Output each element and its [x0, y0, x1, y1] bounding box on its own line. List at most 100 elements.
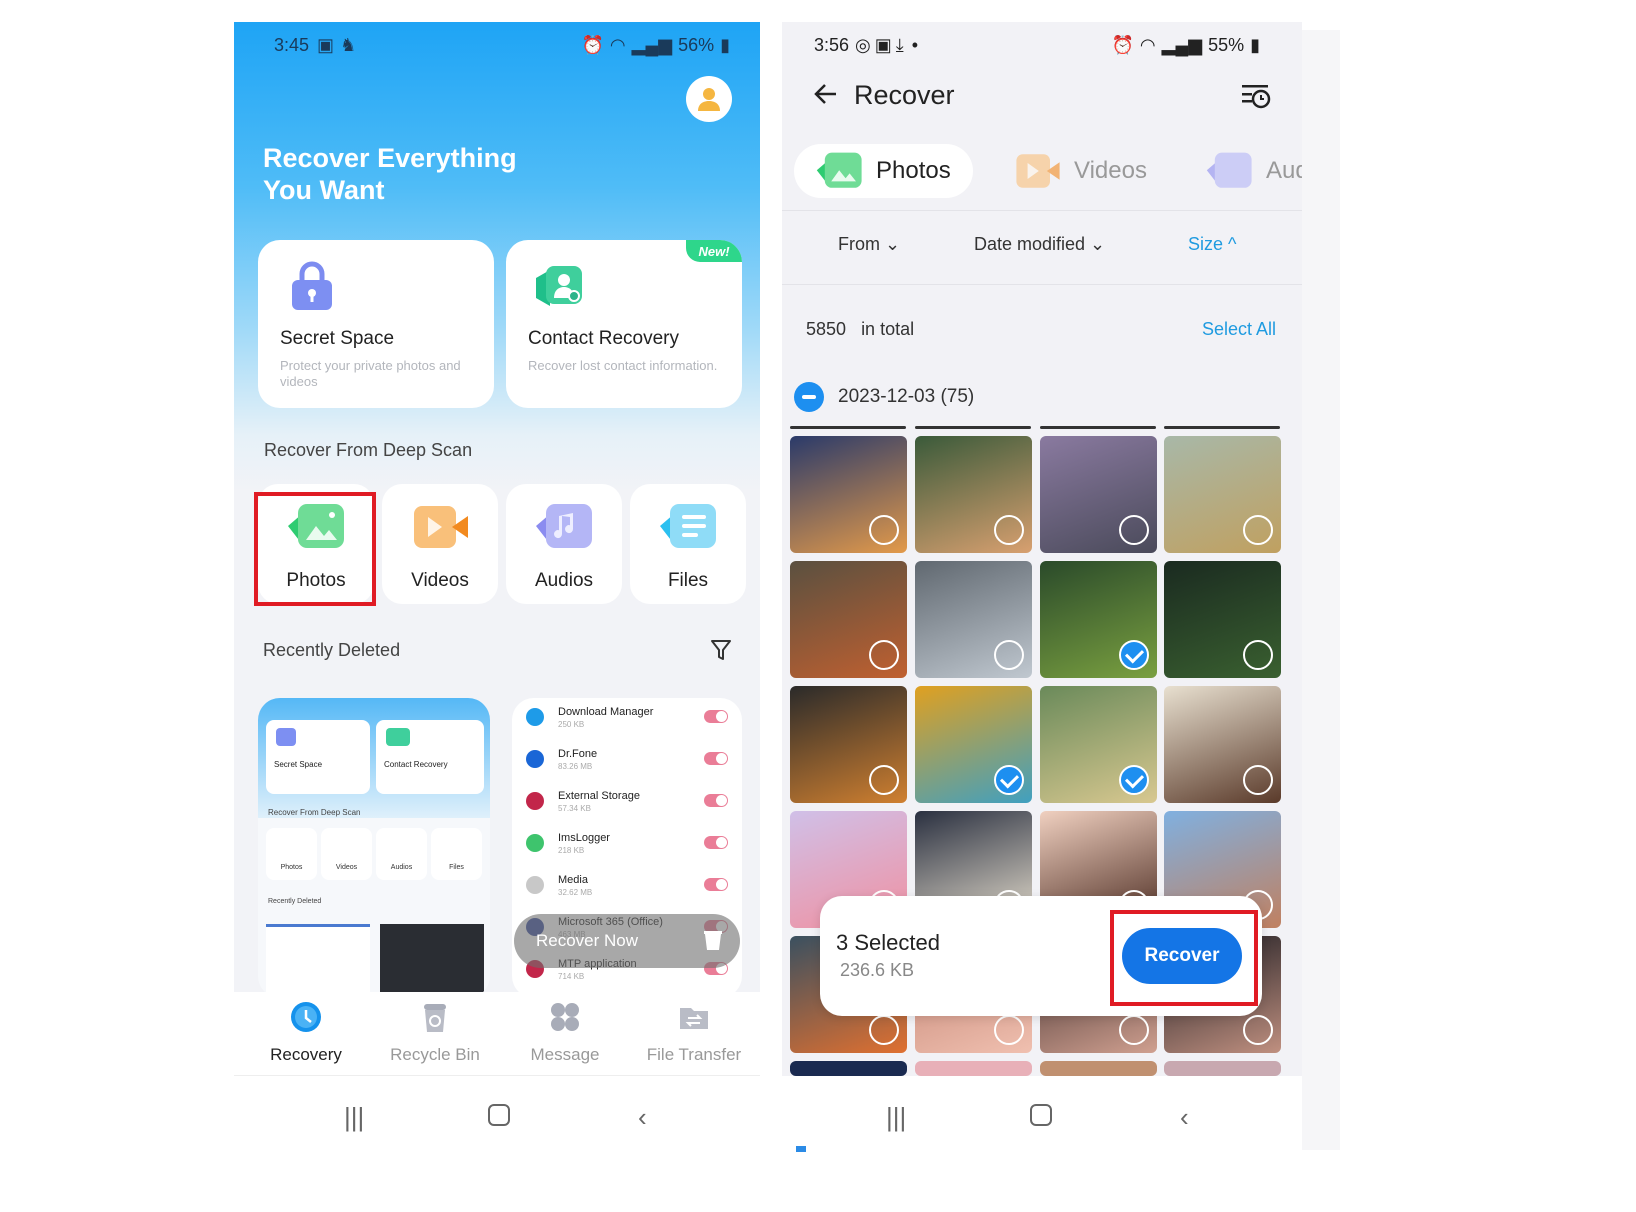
- photo-thumbnail[interactable]: [790, 686, 907, 803]
- thumb-doc-dark: [380, 924, 484, 994]
- photo-thumbnail[interactable]: [1040, 686, 1157, 803]
- contact-recovery-card[interactable]: New! Contact Recovery Recover lost conta…: [506, 240, 742, 408]
- unchecked-circle-icon[interactable]: [1243, 765, 1273, 795]
- thumb-doc-light: [266, 924, 370, 994]
- photo-thumbnail[interactable]: [790, 436, 907, 553]
- unchecked-circle-icon[interactable]: [994, 515, 1024, 545]
- tab-videos[interactable]: Videos: [1012, 144, 1147, 198]
- app-name: Dr.Fone: [558, 748, 598, 760]
- photo-row-edge: [1164, 426, 1280, 429]
- deep-scan-videos[interactable]: Videos: [382, 484, 498, 604]
- deep-scan-title: Recover From Deep Scan: [264, 440, 473, 460]
- app-name: ImsLogger: [558, 832, 610, 844]
- photo-row-edge: [790, 426, 906, 429]
- app-list-item[interactable]: Download Manager 250 KB: [512, 702, 742, 744]
- sort-size-dropdown[interactable]: Size ^: [1188, 234, 1236, 255]
- photo-thumbnail[interactable]: [1164, 686, 1281, 803]
- app-list-item[interactable]: External Storage 57.34 KB: [512, 786, 742, 828]
- app-list-item[interactable]: Dr.Fone 83.26 MB: [512, 744, 742, 786]
- filter-icon[interactable]: [710, 638, 732, 662]
- tab-photos[interactable]: Photos: [794, 144, 973, 198]
- photo-thumbnail[interactable]: [1164, 561, 1281, 678]
- unchecked-circle-icon[interactable]: [869, 765, 899, 795]
- unchecked-circle-icon[interactable]: [1119, 515, 1149, 545]
- home-button[interactable]: [1030, 1104, 1052, 1126]
- recover-button[interactable]: Recover: [1122, 928, 1242, 984]
- app-toggle[interactable]: [704, 878, 728, 891]
- nav-message[interactable]: Message: [505, 1000, 625, 1065]
- history-list-icon[interactable]: [1240, 82, 1272, 110]
- unchecked-circle-icon[interactable]: [869, 1015, 899, 1045]
- recover-now-button[interactable]: Recover Now: [514, 914, 740, 968]
- app-list-item[interactable]: Media 32.62 MB: [512, 870, 742, 912]
- photo-thumbnail[interactable]: [915, 561, 1032, 678]
- status-time: 3:56: [814, 34, 850, 55]
- top-app-bar: Recover: [782, 72, 1302, 122]
- photo-thumbnail[interactable]: [915, 436, 1032, 553]
- page-title: Recover: [854, 80, 955, 110]
- nav-recycle-bin[interactable]: Recycle Bin: [375, 1000, 495, 1065]
- photo-thumbnail[interactable]: [1040, 1061, 1157, 1076]
- deep-scan-files[interactable]: Files: [630, 484, 746, 604]
- photo-row-edge: [915, 426, 1031, 429]
- unchecked-circle-icon[interactable]: [1243, 1015, 1273, 1045]
- photo-thumbnail[interactable]: [790, 1061, 907, 1076]
- unchecked-circle-icon[interactable]: [869, 515, 899, 545]
- select-all-link[interactable]: Select All: [1202, 319, 1276, 340]
- app-toggle[interactable]: [704, 794, 728, 807]
- photo-thumbnail[interactable]: [915, 1061, 1032, 1076]
- app-toggle[interactable]: [704, 752, 728, 765]
- app-list-item[interactable]: ImsLogger 218 KB: [512, 828, 742, 870]
- checked-circle-icon[interactable]: [994, 765, 1024, 795]
- new-badge: New!: [686, 240, 742, 262]
- recents-button[interactable]: |||: [344, 1102, 364, 1133]
- unchecked-circle-icon[interactable]: [994, 1015, 1024, 1045]
- audio-icon: [536, 504, 592, 548]
- photo-thumbnail[interactable]: [1040, 561, 1157, 678]
- deep-scan-audios[interactable]: Audios: [506, 484, 622, 604]
- recents-button[interactable]: |||: [886, 1102, 906, 1133]
- selection-bar: 3 Selected 236.6 KB Recover: [820, 896, 1262, 1016]
- app-size: 83.26 MB: [558, 762, 593, 771]
- nav-recovery[interactable]: Recovery: [246, 1000, 366, 1065]
- back-nav-button[interactable]: ‹: [1180, 1102, 1189, 1133]
- battery-level: 55%: [1208, 34, 1245, 55]
- nav-file-transfer[interactable]: File Transfer: [634, 1000, 754, 1065]
- home-button[interactable]: [488, 1104, 510, 1126]
- unchecked-circle-icon[interactable]: [1243, 515, 1273, 545]
- photo-thumbnail[interactable]: [915, 686, 1032, 803]
- back-arrow-icon[interactable]: [812, 80, 840, 108]
- photo-thumbnail[interactable]: [1040, 436, 1157, 553]
- unchecked-circle-icon[interactable]: [869, 640, 899, 670]
- system-navigation: ||| ‹: [234, 1076, 760, 1160]
- unchecked-circle-icon[interactable]: [1243, 640, 1273, 670]
- collapse-minus-icon[interactable]: [794, 382, 824, 412]
- photo-thumbnail[interactable]: [1164, 436, 1281, 553]
- filter-from-dropdown[interactable]: From ⌄: [838, 234, 900, 255]
- recycle-bin-icon: [704, 931, 722, 950]
- wifi-icon: ◠: [609, 34, 626, 55]
- app-toggle[interactable]: [704, 710, 728, 723]
- tab-audios[interactable]: Aud: [1204, 144, 1302, 198]
- secret-space-card[interactable]: Secret Space Protect your private photos…: [258, 240, 494, 408]
- unchecked-circle-icon[interactable]: [1119, 1015, 1149, 1045]
- checked-circle-icon[interactable]: [1119, 765, 1149, 795]
- photo-thumbnail[interactable]: [790, 561, 907, 678]
- unchecked-circle-icon[interactable]: [994, 640, 1024, 670]
- thumb-lock-icon: [276, 728, 296, 746]
- recycle-bin-icon: [424, 1004, 446, 1032]
- hero-title: Recover Everything You Want: [263, 143, 517, 205]
- profile-avatar-button[interactable]: [686, 76, 732, 122]
- app-toggle[interactable]: [704, 836, 728, 849]
- thumb-card: Contact Recovery: [376, 720, 484, 794]
- notification-icon: ♞: [340, 34, 357, 55]
- recent-item-screenshot[interactable]: Secret Space Contact Recovery Recover Fr…: [258, 698, 490, 998]
- back-nav-button[interactable]: ‹: [638, 1102, 647, 1133]
- date-group-header[interactable]: 2023-12-03 (75): [794, 382, 974, 412]
- sort-date-dropdown[interactable]: Date modified ⌄: [974, 234, 1105, 255]
- recovery-clock-icon: [291, 1002, 321, 1032]
- image-icon: ▣: [874, 34, 892, 55]
- bottom-navigation: Recovery Recycle Bin Message File Transf…: [234, 992, 760, 1076]
- checked-circle-icon[interactable]: [1119, 640, 1149, 670]
- photo-thumbnail[interactable]: [1164, 1061, 1281, 1076]
